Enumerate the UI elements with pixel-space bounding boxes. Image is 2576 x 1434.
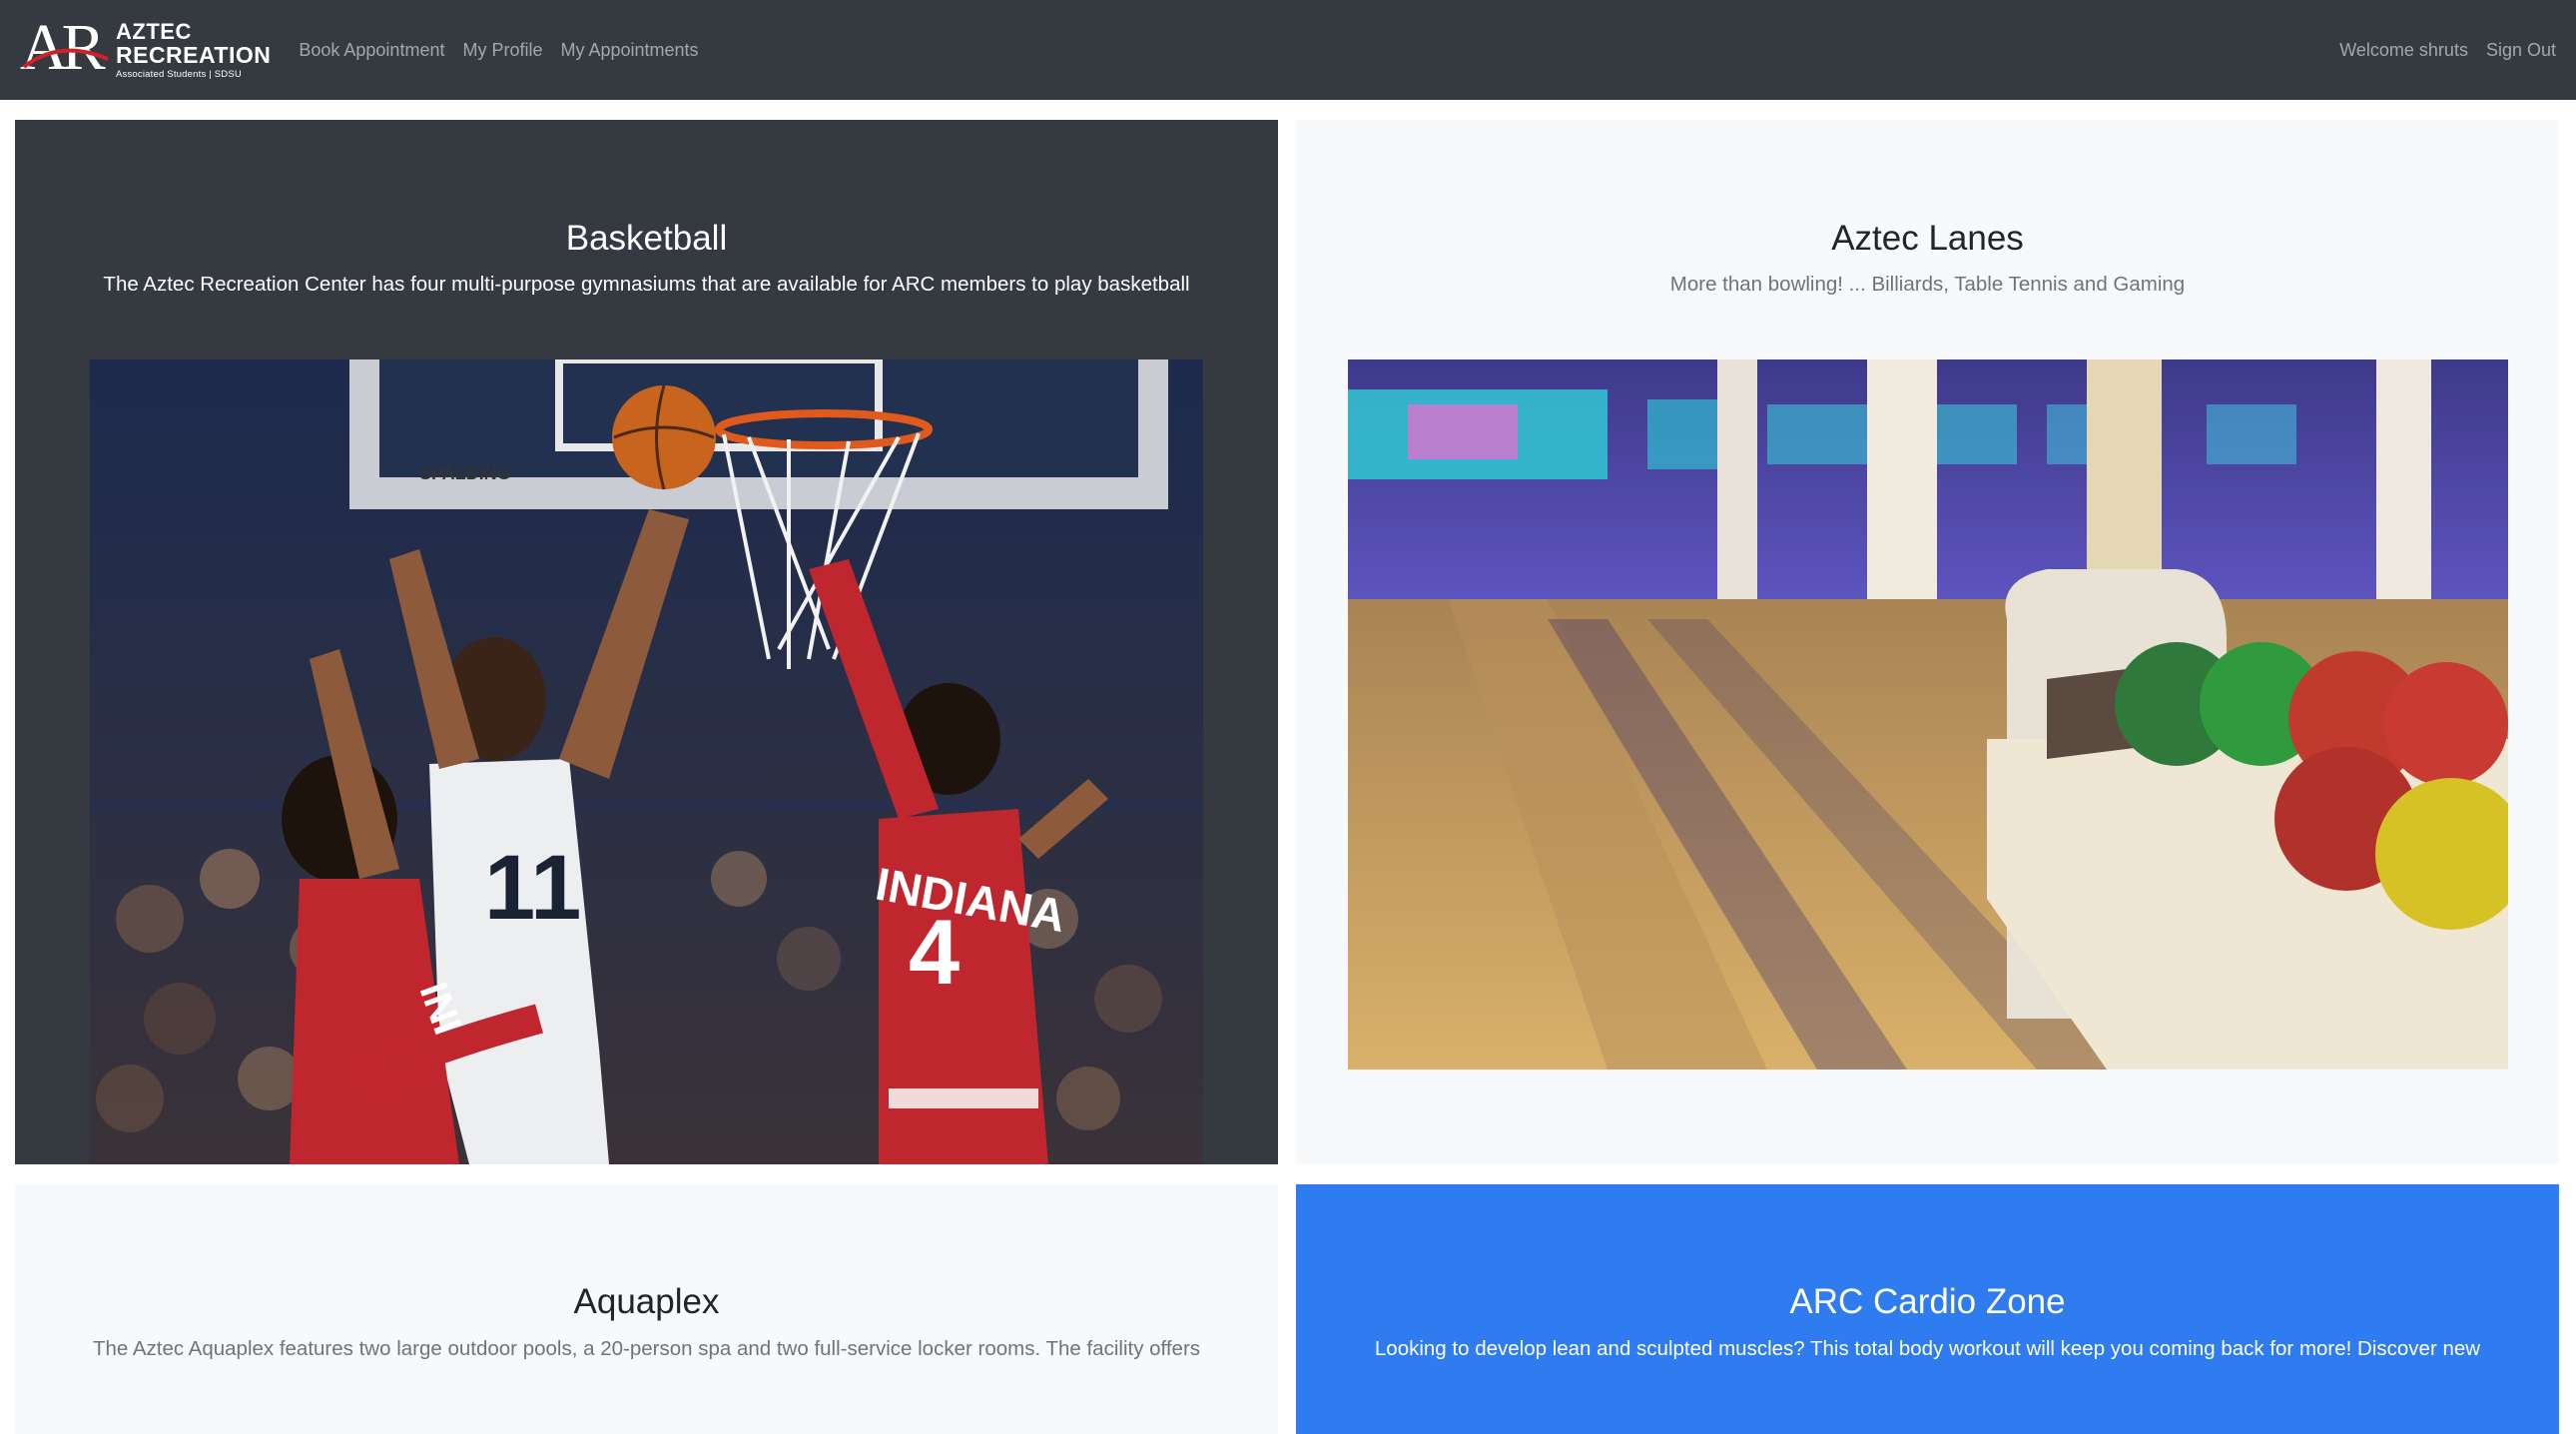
jersey-4-text: 4 [909,902,960,1004]
card-subtitle: The Aztec Recreation Center has four mul… [103,273,1190,296]
card-title: ARC Cardio Zone [1789,1282,2066,1321]
logo-swoosh-icon [22,48,109,69]
brand-line-recreation: RECREATION [116,41,272,68]
basketball-image: SPALDING 11 IND INDIANA 4 [90,359,1203,1164]
ar-logo-mark: AR [20,15,112,81]
nav-my-appointments[interactable]: My Appointments [560,40,698,61]
card-aquaplex[interactable]: Aquaplex The Aztec Aquaplex features two… [15,1184,1278,1434]
card-subtitle: Looking to develop lean and sculpted mus… [1374,1337,2481,1360]
card-subtitle: More than bowling! ... Billiards, Table … [1669,273,2186,296]
brand-line-aztec: AZTEC [116,18,192,44]
nav-sign-out[interactable]: Sign Out [2486,40,2556,61]
brand-wordmark: AZTEC RECREATION Associated Students | S… [116,18,272,80]
backboard-brand-text: SPALDING [419,463,511,483]
card-subtitle: The Aztec Aquaplex features two large ou… [92,1337,1201,1360]
jersey-11-text: 11 [484,837,581,939]
card-aztec-lanes[interactable]: Aztec Lanes More than bowling! ... Billi… [1296,120,2559,1164]
nav-my-profile[interactable]: My Profile [462,40,542,61]
card-title: Basketball [565,219,728,258]
card-title: Aquaplex [573,1282,720,1321]
nav-book-appointment[interactable]: Book Appointment [299,40,444,61]
brand-logo[interactable]: AR AZTEC RECREATION Associated Students … [20,0,271,100]
brand-line-tagline: Associated Students | SDSU [116,68,242,80]
card-basketball[interactable]: Basketball The Aztec Recreation Center h… [15,120,1278,1164]
card-arc-cardio-zone[interactable]: ARC Cardio Zone Looking to develop lean … [1296,1184,2559,1434]
nav-welcome-user[interactable]: Welcome shruts [2339,40,2468,61]
bowling-image [1348,359,2508,1070]
nav-links: Book Appointment My Profile My Appointme… [299,0,716,100]
card-title: Aztec Lanes [1831,219,2024,258]
nav-user-area: Welcome shruts Sign Out [2321,40,2556,61]
top-navbar: AR AZTEC RECREATION Associated Students … [0,0,2576,100]
